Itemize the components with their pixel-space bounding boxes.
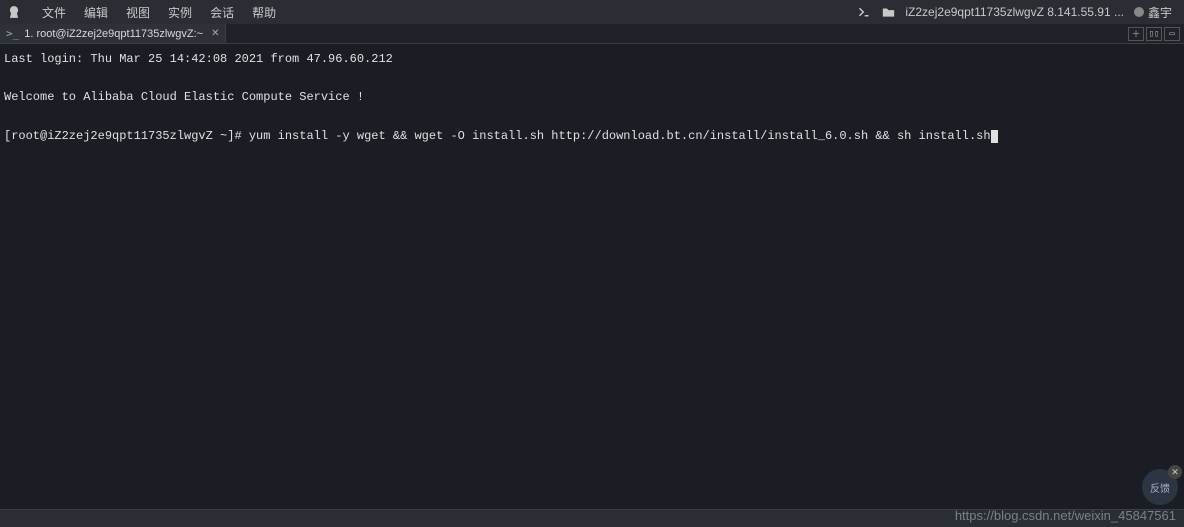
folder-icon[interactable] <box>881 5 895 19</box>
menu-view[interactable]: 视图 <box>118 2 158 23</box>
feedback-bubble[interactable]: 反馈 ✕ <box>1142 469 1178 505</box>
menu-help[interactable]: 帮助 <box>244 2 284 23</box>
menu-session[interactable]: 会话 <box>202 2 242 23</box>
last-login-line: Last login: Thu Mar 25 14:42:08 2021 fro… <box>4 52 393 66</box>
terminal-tab[interactable]: >_ 1. root@iZ2zej2e9qpt11735zlwgvZ:~ ✕ <box>0 24 226 43</box>
cursor-icon <box>991 130 998 143</box>
split-pane-icon[interactable]: ▯▯ <box>1146 27 1162 41</box>
user-status-dot-icon <box>1134 7 1144 17</box>
window-controls: ＋ ▯▯ ▭ <box>1128 24 1184 43</box>
user-name-label: 鑫宇 <box>1148 4 1172 21</box>
app-logo-icon <box>6 4 22 20</box>
close-feedback-icon[interactable]: ✕ <box>1168 465 1182 479</box>
menu-right: iZ2zej2e9qpt11735zlwgvZ 8.141.55.91 ... … <box>857 4 1178 21</box>
terminal-prompt-icon[interactable] <box>857 5 871 19</box>
user-chip[interactable]: 鑫宇 <box>1134 4 1172 21</box>
tab-label: 1. root@iZ2zej2e9qpt11735zlwgvZ:~ <box>24 28 203 40</box>
menu-instance[interactable]: 实例 <box>160 2 200 23</box>
tab-bar: >_ 1. root@iZ2zej2e9qpt11735zlwgvZ:~ ✕ ＋… <box>0 24 1184 44</box>
shell-prompt: [root@iZ2zej2e9qpt11735zlwgvZ ~]# <box>4 129 249 143</box>
welcome-line: Welcome to Alibaba Cloud Elastic Compute… <box>4 90 364 104</box>
terminal-output[interactable]: Last login: Thu Mar 25 14:42:08 2021 fro… <box>0 44 1184 152</box>
feedback-label: 反馈 <box>1150 480 1170 495</box>
menu-edit[interactable]: 编辑 <box>76 2 116 23</box>
server-info-label: iZ2zej2e9qpt11735zlwgvZ 8.141.55.91 ... <box>905 5 1124 19</box>
maximize-icon[interactable]: ▭ <box>1164 27 1180 41</box>
watermark-text: https://blog.csdn.net/weixin_45847561 <box>955 508 1176 523</box>
add-pane-icon[interactable]: ＋ <box>1128 27 1144 41</box>
close-tab-icon[interactable]: ✕ <box>211 28 219 39</box>
prompt-icon: >_ <box>6 27 19 40</box>
command-text: yum install -y wget && wget -O install.s… <box>249 129 991 143</box>
menu-left: 文件 编辑 视图 实例 会话 帮助 <box>6 2 284 23</box>
menubar: 文件 编辑 视图 实例 会话 帮助 iZ2zej2e9qpt11735zlwgv… <box>0 0 1184 24</box>
menu-file[interactable]: 文件 <box>34 2 74 23</box>
